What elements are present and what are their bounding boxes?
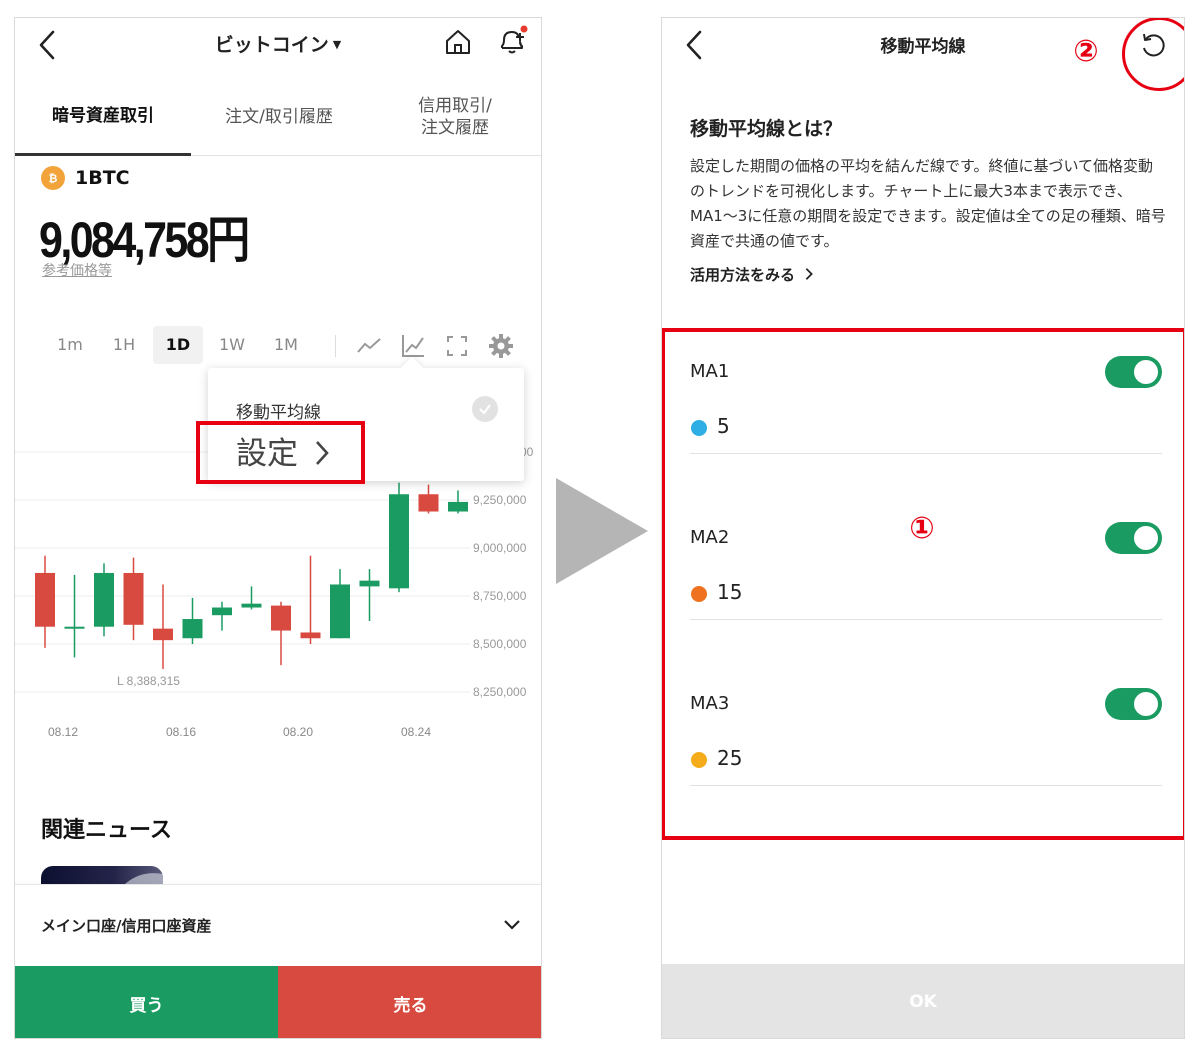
coin-selector-label: ビットコイン: [214, 34, 329, 56]
candle-body: [153, 628, 173, 641]
timeframe-1w[interactable]: 1W: [207, 326, 257, 364]
reference-price-link[interactable]: 参考価格等: [42, 260, 112, 280]
candle-body: [389, 494, 409, 589]
x-tick-label: 08.24: [401, 725, 431, 739]
popup-arrow: [400, 356, 424, 380]
about-heading: 移動平均線とは？: [690, 118, 843, 140]
x-tick-label: 08.20: [283, 725, 313, 739]
highlight-reset-circle: [1122, 18, 1184, 91]
news-thumbnail[interactable]: [41, 866, 163, 884]
buy-button[interactable]: 買う: [15, 966, 278, 1038]
related-news-heading: 関連ニュース: [41, 818, 172, 843]
ok-button[interactable]: OK: [662, 964, 1184, 1038]
y-tick-label: 8,500,000: [473, 637, 527, 651]
candle-body: [212, 607, 232, 616]
transition-arrow-icon: [556, 478, 648, 584]
timeframe-1d[interactable]: 1D: [153, 326, 203, 364]
fullscreen-icon[interactable]: [443, 332, 471, 360]
tab-order-history[interactable]: 注文/取引履歴: [191, 78, 367, 156]
chevron-right-icon: [806, 268, 814, 280]
check-icon[interactable]: [472, 396, 498, 422]
coin-amount: 1BTC: [75, 167, 130, 189]
candle-body: [448, 501, 468, 512]
timeframe-1h[interactable]: 1H: [99, 326, 149, 364]
candle-body: [182, 619, 203, 639]
notification-bell-icon[interactable]: [496, 24, 528, 56]
x-tick-label: 08.12: [48, 725, 78, 739]
annotation-one: ①: [909, 510, 935, 546]
y-tick-label: 9,250,000: [473, 493, 527, 507]
highlight-ma-settings-box: [662, 328, 1184, 840]
candle-body: [35, 572, 55, 627]
account-assets-bar[interactable]: メイン口座/信用口座資産: [15, 884, 541, 966]
candle-body: [271, 605, 291, 631]
chevron-down-icon: [504, 920, 520, 930]
gear-icon[interactable]: [487, 332, 515, 360]
left-phone-screen: ビットコイン ▼ 暗号資産取引 注文/取引履歴 信用取引/ 注文履歴 ₿ 1BTC…: [14, 17, 542, 1039]
line-chart-icon[interactable]: [355, 332, 383, 360]
bitcoin-icon: ₿: [41, 166, 65, 190]
candle-body: [241, 603, 262, 608]
right-phone-screen: 移動平均線 ② 移動平均線とは？ 設定した期間の価格の平均を結んだ線です。終値に…: [661, 17, 1185, 1039]
description-text: 設定した期間の価格の平均を結んだ線です。終値に基づいて価格変動のトレンドを可視化…: [690, 157, 1166, 250]
timeframe-1mo[interactable]: 1M: [261, 326, 311, 364]
y-tick-label: 8,750,000: [473, 589, 527, 603]
toolbar-divider: [335, 335, 336, 357]
candle-body: [123, 572, 144, 625]
x-tick-label: 08.16: [166, 725, 196, 739]
candle-body: [330, 584, 350, 639]
candle-body: [300, 632, 321, 639]
coin-row: ₿ 1BTC: [41, 166, 130, 190]
candle-body: [94, 572, 114, 627]
candle-body: [64, 626, 85, 629]
y-tick-label: 8,250,000: [473, 685, 527, 699]
candle-body: [418, 494, 439, 512]
tab-crypto-trade[interactable]: 暗号資産取引: [15, 78, 191, 156]
home-icon[interactable]: [443, 27, 473, 57]
sell-button[interactable]: 売る: [278, 966, 541, 1038]
y-tick-label: 9,000,000: [473, 541, 527, 555]
caret-down-icon: ▼: [332, 38, 342, 51]
howto-link-label: 活用方法をみる: [690, 266, 796, 284]
howto-link[interactable]: 活用方法をみる: [690, 264, 814, 285]
candle-body: [359, 580, 380, 587]
indicator-icon[interactable]: [399, 332, 427, 360]
low-price-label: L 8,388,315: [117, 674, 180, 688]
account-assets-label: メイン口座/信用口座資産: [41, 917, 212, 935]
popup-moving-average-label: 移動平均線: [236, 403, 321, 423]
timeframe-1m[interactable]: 1m: [45, 326, 95, 364]
trade-tabs: 暗号資産取引 注文/取引履歴 信用取引/ 注文履歴: [15, 78, 541, 156]
highlight-settings-box: [196, 421, 365, 484]
annotation-two: ②: [1073, 33, 1099, 69]
tab-margin-history[interactable]: 信用取引/ 注文履歴: [367, 78, 541, 156]
